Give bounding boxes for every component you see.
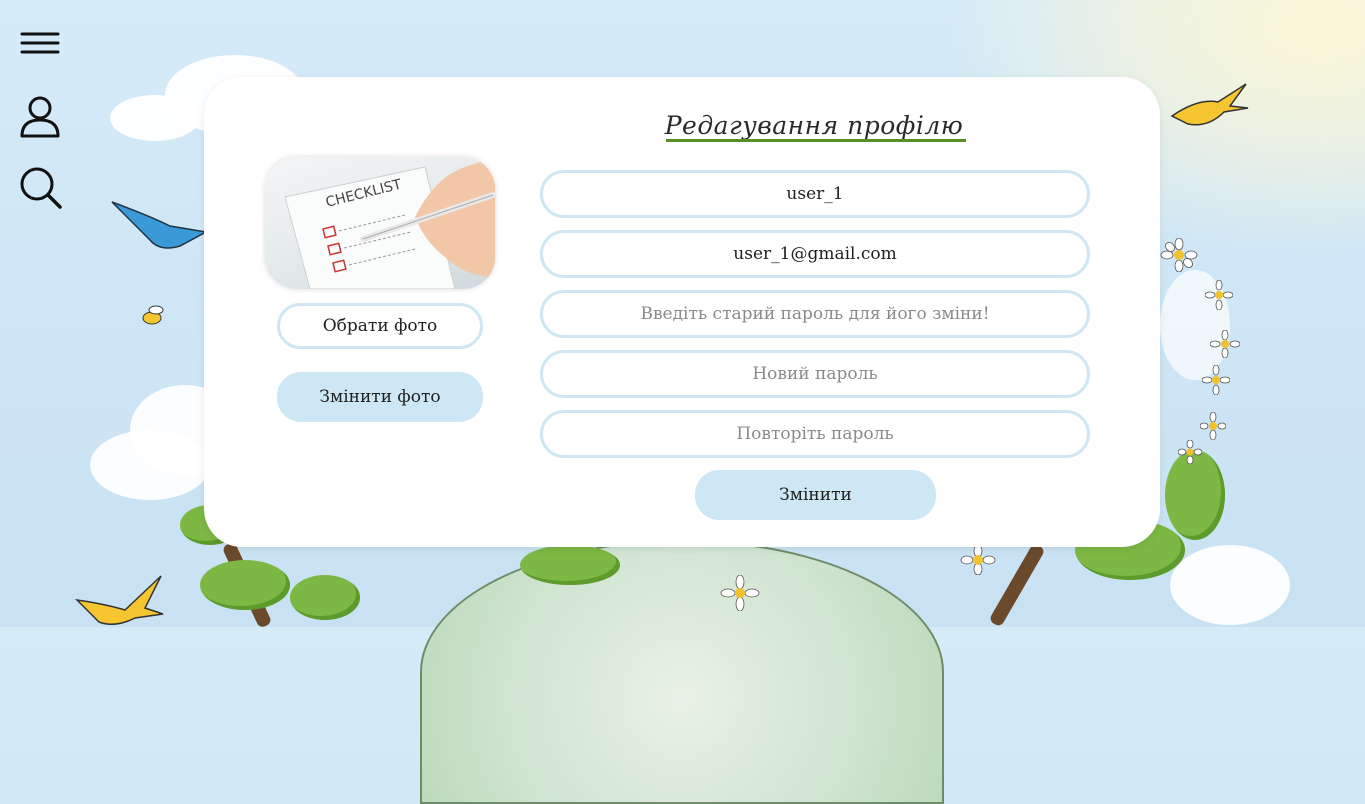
old-password-placeholder: Введіть старий пароль для його зміни! (640, 304, 990, 324)
search-icon[interactable] (18, 166, 62, 210)
change-photo-button[interactable]: Змінити фото (277, 372, 483, 422)
bird-blue-icon (111, 201, 209, 249)
user-icon[interactable] (18, 94, 62, 138)
daisy-icon (960, 545, 996, 575)
repeat-password-placeholder: Повторіть пароль (736, 424, 894, 444)
daisy-icon (1205, 280, 1233, 310)
profile-edit-card: Редагування профілю CHECKLIST Обрати фот… (204, 77, 1160, 547)
hamburger-menu-icon[interactable] (18, 24, 62, 68)
daisy-icon (1210, 330, 1240, 358)
bird-yellow-icon (75, 575, 164, 625)
daisy-icon (720, 575, 760, 611)
title-underline (666, 139, 966, 142)
daisy-icon (1200, 412, 1226, 440)
checklist-image-icon: CHECKLIST (284, 157, 495, 289)
new-password-placeholder: Новий пароль (752, 364, 878, 384)
email-field[interactable]: user_1@gmail.com (540, 230, 1090, 278)
daisy-icon (1160, 238, 1198, 272)
cloud (1170, 545, 1290, 625)
globe (420, 540, 944, 804)
choose-photo-button[interactable]: Обрати фото (277, 303, 483, 349)
profile-photo: CHECKLIST (265, 157, 495, 289)
tree-trunk (988, 542, 1046, 628)
new-password-field[interactable]: Новий пароль (540, 350, 1090, 398)
daisy-icon (1202, 365, 1230, 395)
email-value: user_1@gmail.com (733, 244, 897, 264)
daisy-icon (1178, 440, 1202, 464)
username-value: user_1 (786, 184, 844, 204)
left-toolbar (18, 24, 62, 242)
bee-icon (142, 305, 164, 325)
repeat-password-field[interactable]: Повторіть пароль (540, 410, 1090, 458)
old-password-field[interactable]: Введіть старий пароль для його зміни! (540, 290, 1090, 338)
bird-yellow-icon (1170, 83, 1249, 126)
page-title: Редагування профілю (664, 111, 964, 140)
submit-button[interactable]: Змінити (695, 470, 936, 520)
tree-leaves (520, 545, 620, 585)
tree-leaves (200, 560, 290, 610)
username-field[interactable]: user_1 (540, 170, 1090, 218)
tree-leaves (290, 575, 360, 620)
